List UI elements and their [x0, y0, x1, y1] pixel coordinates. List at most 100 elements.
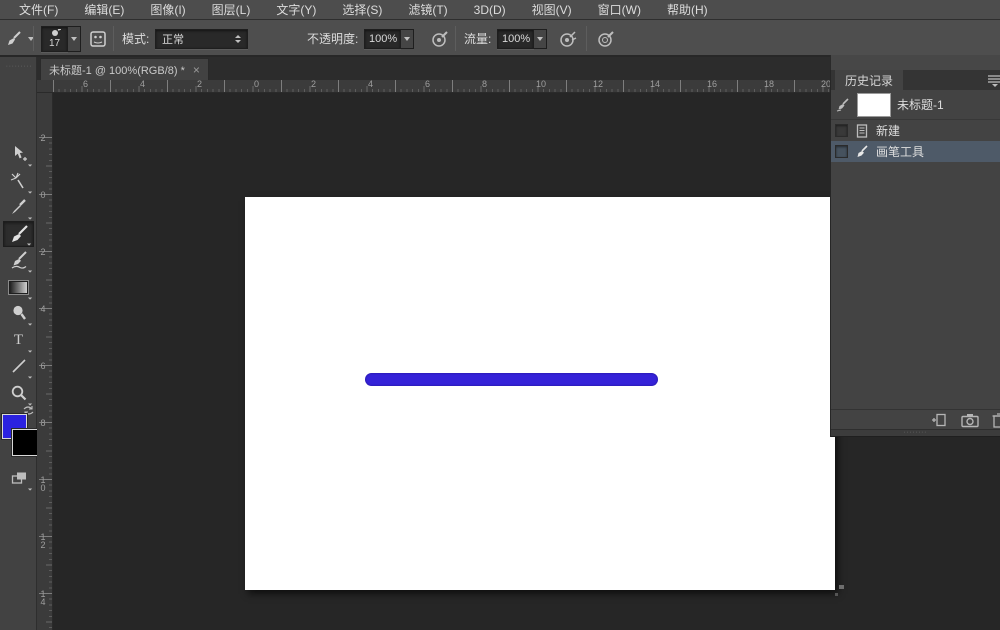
history-item-label: 未标题-1: [897, 96, 944, 113]
separator: [113, 26, 114, 51]
screen-mode-button[interactable]: [3, 465, 34, 491]
ruler-tick-label: 14: [650, 80, 660, 89]
history-brush-source-icon[interactable]: [835, 97, 851, 113]
history-panel-footer: [831, 409, 1000, 429]
history-item-new[interactable]: 新建: [831, 120, 1000, 141]
brush-tip-icon: [49, 29, 61, 38]
vertical-ruler[interactable]: 4 2 0 2 4 6 8 10 12 14: [37, 93, 53, 630]
ruler-tick-label: 0: [39, 191, 47, 199]
menu-filter[interactable]: 滤镜(T): [395, 0, 460, 20]
menu-3d[interactable]: 3D(D): [461, 0, 519, 20]
separator: [455, 26, 456, 51]
menu-view[interactable]: 视图(V): [519, 0, 585, 20]
tool-dodge-button[interactable]: [3, 300, 34, 326]
pressure-size-button[interactable]: [596, 20, 616, 57]
blend-mode-select[interactable]: 正常: [155, 20, 248, 57]
tool-eyedropper-button[interactable]: [3, 194, 34, 220]
ruler-tick-label: 2: [197, 80, 202, 89]
opacity-label: 不透明度:: [307, 30, 358, 47]
flow-value: 100%: [502, 33, 530, 45]
ruler-tick-label: 2: [39, 134, 47, 142]
menu-image[interactable]: 图像(I): [137, 0, 198, 20]
history-panel-title: 历史记录: [845, 72, 893, 89]
ruler-tick-label: 8: [39, 419, 47, 427]
menu-select[interactable]: 选择(S): [329, 0, 395, 20]
opacity-value: 100%: [369, 33, 397, 45]
pressure-opacity-button[interactable]: [430, 20, 450, 57]
ruler-tick-label: 4: [39, 305, 47, 313]
history-panel-empty-area: [831, 162, 1000, 409]
brush-size-value: 17: [49, 39, 60, 49]
flow-field[interactable]: 100%: [497, 20, 547, 57]
ruler-tick-label: 2: [39, 248, 47, 256]
photoshop-window: 文件(F) 编辑(E) 图像(I) 图层(L) 文字(Y) 选择(S) 滤镜(T…: [0, 0, 1000, 630]
history-item-label: 画笔工具: [876, 143, 924, 160]
horizontal-ruler[interactable]: 6 4 2 0 2 4 6 8 10 12 14 16 18 20: [37, 80, 830, 93]
flow-dropdown-button[interactable]: [534, 29, 547, 49]
canvas[interactable]: [245, 197, 835, 590]
menu-help[interactable]: 帮助(H): [654, 0, 721, 20]
brush-picker-dropdown-button[interactable]: [68, 26, 81, 52]
separator: [33, 26, 34, 51]
history-panel: 历史记录 未标题-1 新建 画笔工具: [830, 70, 1000, 437]
ruler-tick-label: 16: [707, 80, 717, 89]
pressure-opacity-icon: [430, 29, 450, 49]
ruler-tick-label: 12: [39, 533, 47, 549]
tool-zoom-button[interactable]: [3, 380, 34, 406]
history-panel-tab[interactable]: 历史记录: [835, 70, 903, 90]
airbrush-button[interactable]: [558, 20, 578, 57]
opacity-field[interactable]: 100%: [364, 20, 414, 57]
history-source-checkbox[interactable]: [835, 145, 848, 158]
blend-mode-value: 正常: [162, 31, 184, 47]
ruler-tick-label: 10: [536, 80, 546, 89]
camera-icon[interactable]: [960, 412, 980, 428]
tool-preset-picker[interactable]: [4, 20, 34, 57]
ruler-tick-label: 4: [368, 80, 373, 89]
menu-file[interactable]: 文件(F): [6, 0, 71, 20]
ruler-tick-label: 18: [764, 80, 774, 89]
airbrush-icon: [558, 29, 578, 49]
ruler-tick-label: 0: [254, 80, 259, 89]
tool-magic-wand-button[interactable]: [3, 168, 34, 194]
menu-edit[interactable]: 编辑(E): [71, 0, 137, 20]
ruler-tick-label: 14: [39, 590, 47, 606]
opacity-dropdown-button[interactable]: [401, 29, 414, 49]
type-tool-icon: T: [14, 332, 23, 349]
menu-layer[interactable]: 图层(L): [199, 0, 264, 20]
ruler-tick-label: 8: [482, 80, 487, 89]
document-icon: [854, 123, 870, 139]
history-source-checkbox[interactable]: [835, 124, 848, 137]
tool-gradient-button[interactable]: [3, 274, 34, 300]
ruler-tick-label: 6: [39, 362, 47, 370]
tool-move-button[interactable]: [3, 141, 34, 167]
brush-size-widget[interactable]: 17: [41, 20, 81, 57]
document-tab[interactable]: 未标题-1 @ 100%(RGB/8) * ×: [40, 58, 209, 80]
new-doc-from-state-icon[interactable]: [930, 412, 948, 428]
tools-panel-grip[interactable]: ∙∙∙∙∙∙∙∙∙∙: [6, 65, 31, 69]
menu-type[interactable]: 文字(Y): [263, 0, 329, 20]
background-color-swatch[interactable]: [12, 429, 39, 456]
tool-type-button[interactable]: T: [3, 327, 34, 353]
separator: [586, 26, 587, 51]
updown-arrows-icon: [235, 35, 241, 43]
brush-panel-toggle-icon: [88, 29, 108, 49]
panel-menu-icon[interactable]: [986, 73, 1000, 87]
brush-icon: [854, 144, 870, 160]
brush-stroke: [365, 373, 658, 386]
brush-preset-icon: [4, 29, 24, 49]
mode-label: 模式:: [122, 30, 149, 47]
tools-panel: ∙∙∙∙∙∙∙∙∙∙: [0, 57, 37, 630]
tool-brush-button[interactable]: [3, 221, 34, 247]
history-item-brush[interactable]: 画笔工具: [831, 141, 1000, 162]
panel-resize-grip[interactable]: ∙∙∙∙∙∙∙∙: [831, 429, 1000, 437]
close-icon[interactable]: ×: [193, 64, 200, 76]
toggle-brush-panel-button[interactable]: [88, 20, 108, 57]
snapshot-thumbnail[interactable]: [857, 93, 891, 117]
history-item-snapshot[interactable]: 未标题-1: [831, 90, 1000, 119]
menu-window[interactable]: 窗口(W): [585, 0, 654, 20]
trash-icon[interactable]: [992, 412, 1000, 428]
ruler-tick-label: 10: [39, 476, 47, 492]
history-panel-header: 历史记录: [831, 70, 1000, 90]
tool-line-button[interactable]: [3, 353, 34, 379]
tool-mixer-brush-button[interactable]: [3, 247, 34, 273]
